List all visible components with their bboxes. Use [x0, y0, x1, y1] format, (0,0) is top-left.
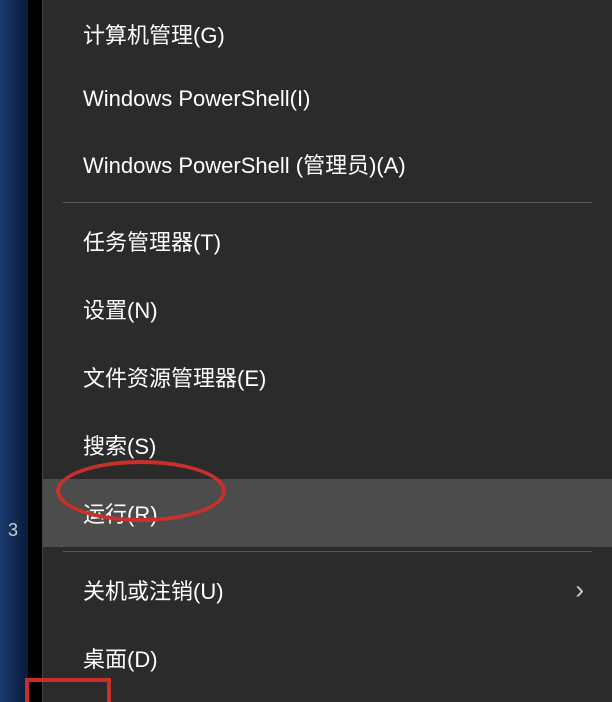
menu-item-label: 文件资源管理器(E)	[83, 361, 266, 393]
menu-item-shutdown-signout[interactable]: 关机或注销(U) ›	[43, 556, 612, 624]
menu-item-file-explorer[interactable]: 文件资源管理器(E)	[43, 343, 612, 411]
menu-item-search[interactable]: 搜索(S)	[43, 411, 612, 479]
menu-separator	[63, 551, 592, 552]
menu-item-computer-management[interactable]: 计算机管理(G)	[43, 0, 612, 68]
chevron-right-icon: ›	[575, 575, 584, 606]
menu-item-run[interactable]: 运行(R)	[43, 479, 612, 547]
menu-item-powershell[interactable]: Windows PowerShell(I)	[43, 68, 612, 130]
menu-item-task-manager[interactable]: 任务管理器(T)	[43, 207, 612, 275]
menu-item-label: Windows PowerShell (管理员)(A)	[83, 148, 406, 180]
menu-item-label: 计算机管理(G)	[83, 18, 225, 50]
menu-item-label: 任务管理器(T)	[83, 225, 221, 257]
page-number: 3	[8, 520, 18, 541]
taskbar-edge	[0, 0, 28, 702]
menu-separator	[63, 202, 592, 203]
menu-item-powershell-admin[interactable]: Windows PowerShell (管理员)(A)	[43, 130, 612, 198]
menu-item-settings[interactable]: 设置(N)	[43, 275, 612, 343]
menu-item-label: 设置(N)	[83, 293, 158, 325]
winx-context-menu: 计算机管理(G) Windows PowerShell(I) Windows P…	[42, 0, 612, 702]
menu-item-desktop[interactable]: 桌面(D)	[43, 624, 612, 692]
menu-item-label: 桌面(D)	[83, 642, 158, 674]
menu-item-label: Windows PowerShell(I)	[83, 86, 310, 112]
menu-item-label: 搜索(S)	[83, 429, 156, 461]
menu-item-label: 关机或注销(U)	[83, 574, 224, 606]
menu-item-label: 运行(R)	[83, 497, 158, 529]
